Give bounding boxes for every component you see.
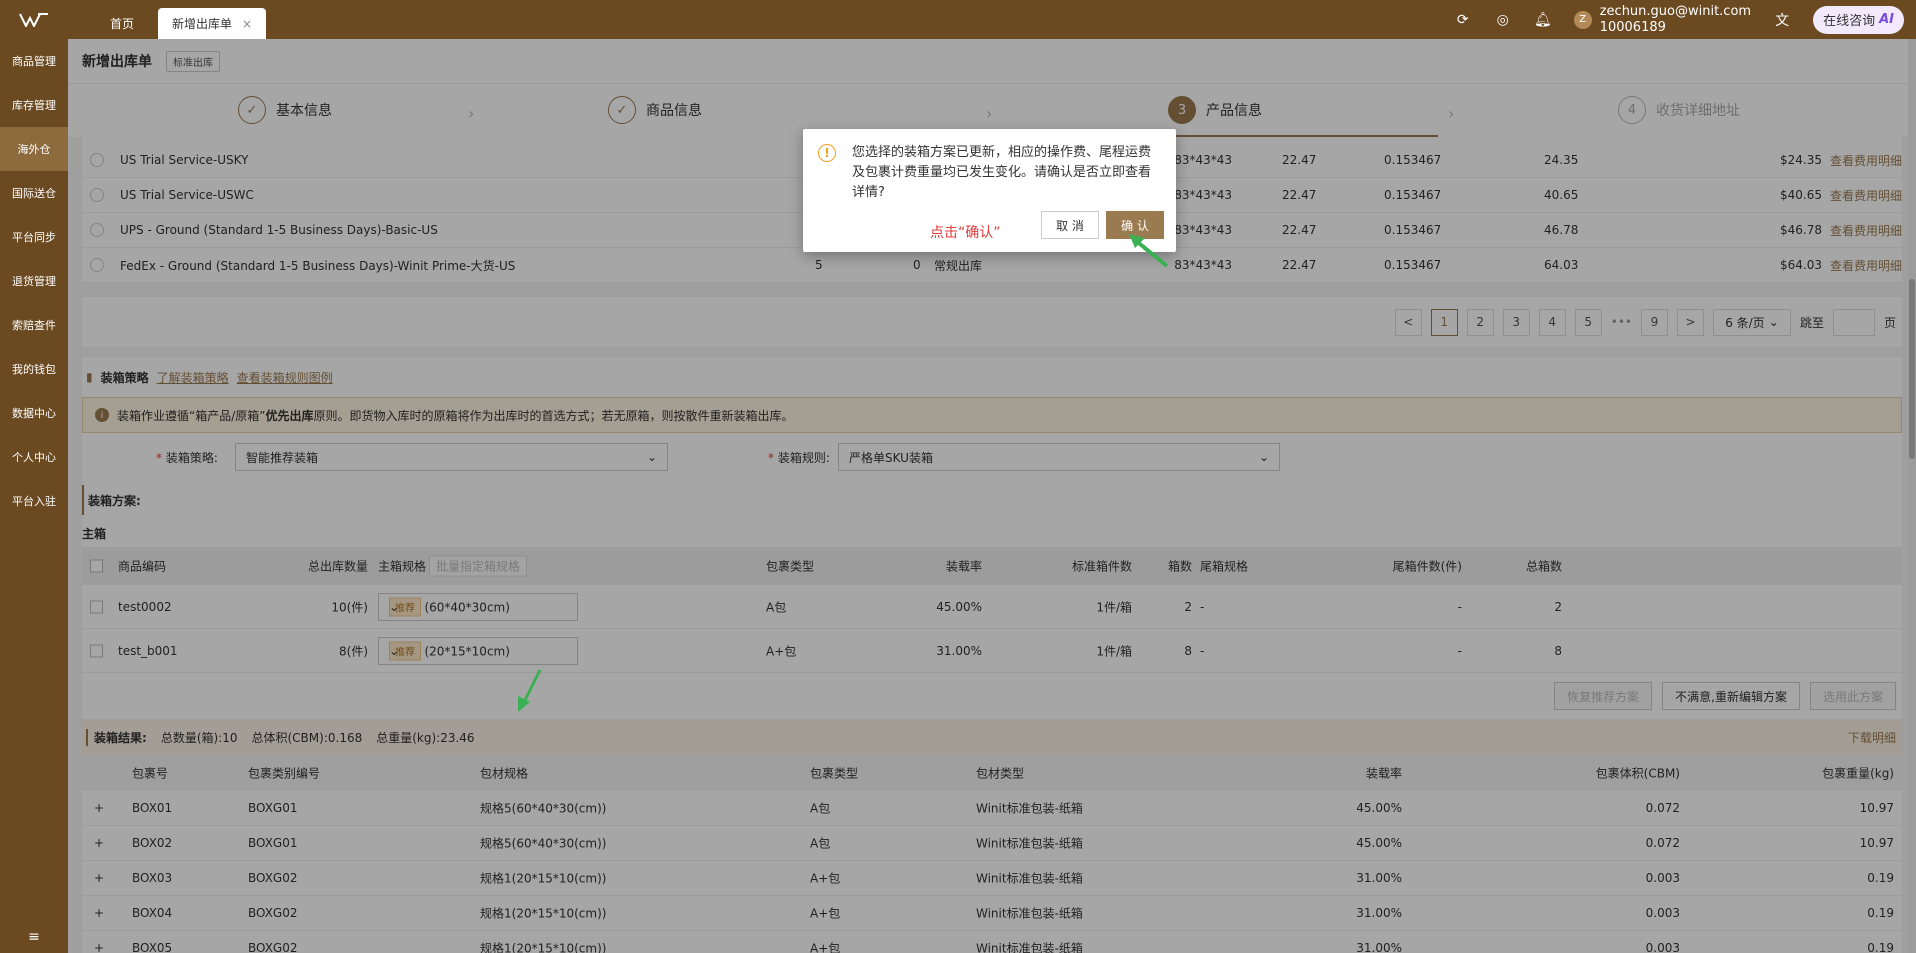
- sidebar-item[interactable]: 退货管理: [0, 259, 68, 303]
- user-id: 10006189: [1599, 19, 1666, 35]
- translate-icon[interactable]: 文: [1773, 11, 1791, 29]
- ai-consult-button[interactable]: 在线咨询 AI: [1813, 5, 1904, 34]
- sidebar-item[interactable]: 平台入驻: [0, 479, 68, 523]
- sidebar: 商品管理 库存管理 海外仓 国际送仓 平台同步 退货管理 索赔查件 我的钱包 数据中心 个人中心平…: [0, 39, 68, 953]
- tab-home-label: 首页: [110, 17, 135, 31]
- tab-new-outbound-label: 新增出库单: [172, 17, 233, 31]
- dialog-message: 您选择的装箱方案已更新，相应的操作费、尾程运费及包裹计费重量均已发生变化。请确认…: [852, 145, 1152, 200]
- top-bar: 首页 新增出库单 × ⟳ ◎ 🔔︎ Z zechun.guo@winit.com 1…: [0, 0, 1916, 39]
- tab-new-outbound[interactable]: 新增出库单 ×: [158, 8, 267, 39]
- logo-icon: [19, 12, 48, 27]
- sidebar-item[interactable]: 商品管理: [0, 39, 68, 83]
- warning-icon: !: [818, 144, 836, 162]
- sidebar-item[interactable]: 库存管理: [0, 83, 68, 127]
- shield-icon[interactable]: ◎: [1494, 11, 1512, 29]
- refresh-icon[interactable]: ⟳: [1454, 11, 1472, 29]
- dialog-tip-annotation: 点击“确认”: [930, 225, 1001, 241]
- user-menu[interactable]: Z zechun.guo@winit.com 10006189: [1573, 3, 1752, 36]
- sidebar-item[interactable]: 海外仓: [0, 127, 68, 171]
- sidebar-item[interactable]: 平台同步: [0, 215, 68, 259]
- confirm-dialog: ! 您选择的装箱方案已更新，相应的操作费、尾程运费及包裹计费重量均已发生变化。请…: [803, 129, 1176, 252]
- avatar: Z: [1573, 10, 1592, 29]
- tab-home[interactable]: 首页: [96, 8, 148, 39]
- close-icon[interactable]: ×: [242, 17, 252, 31]
- bell-icon[interactable]: 🔔︎: [1534, 11, 1552, 29]
- sidebar-item[interactable]: 我的钱包: [0, 347, 68, 391]
- ai-badge: AI: [1879, 12, 1894, 27]
- arrow-annotation-icon: [518, 669, 542, 712]
- collapse-menu-icon[interactable]: ≡: [0, 929, 68, 945]
- sidebar-item[interactable]: 索赔查件: [0, 303, 68, 347]
- arrow-annotation-icon: [1129, 234, 1169, 268]
- cancel-button[interactable]: 取 消: [1041, 211, 1099, 239]
- sidebar-item[interactable]: 数据中心: [0, 391, 68, 435]
- ai-consult-label: 在线咨询: [1823, 14, 1876, 29]
- logo[interactable]: [0, 0, 68, 39]
- sidebar-item[interactable]: 国际送仓: [0, 171, 68, 215]
- user-email: zechun.guo@winit.com: [1599, 3, 1752, 19]
- sidebar-item[interactable]: 个人中心: [0, 435, 68, 479]
